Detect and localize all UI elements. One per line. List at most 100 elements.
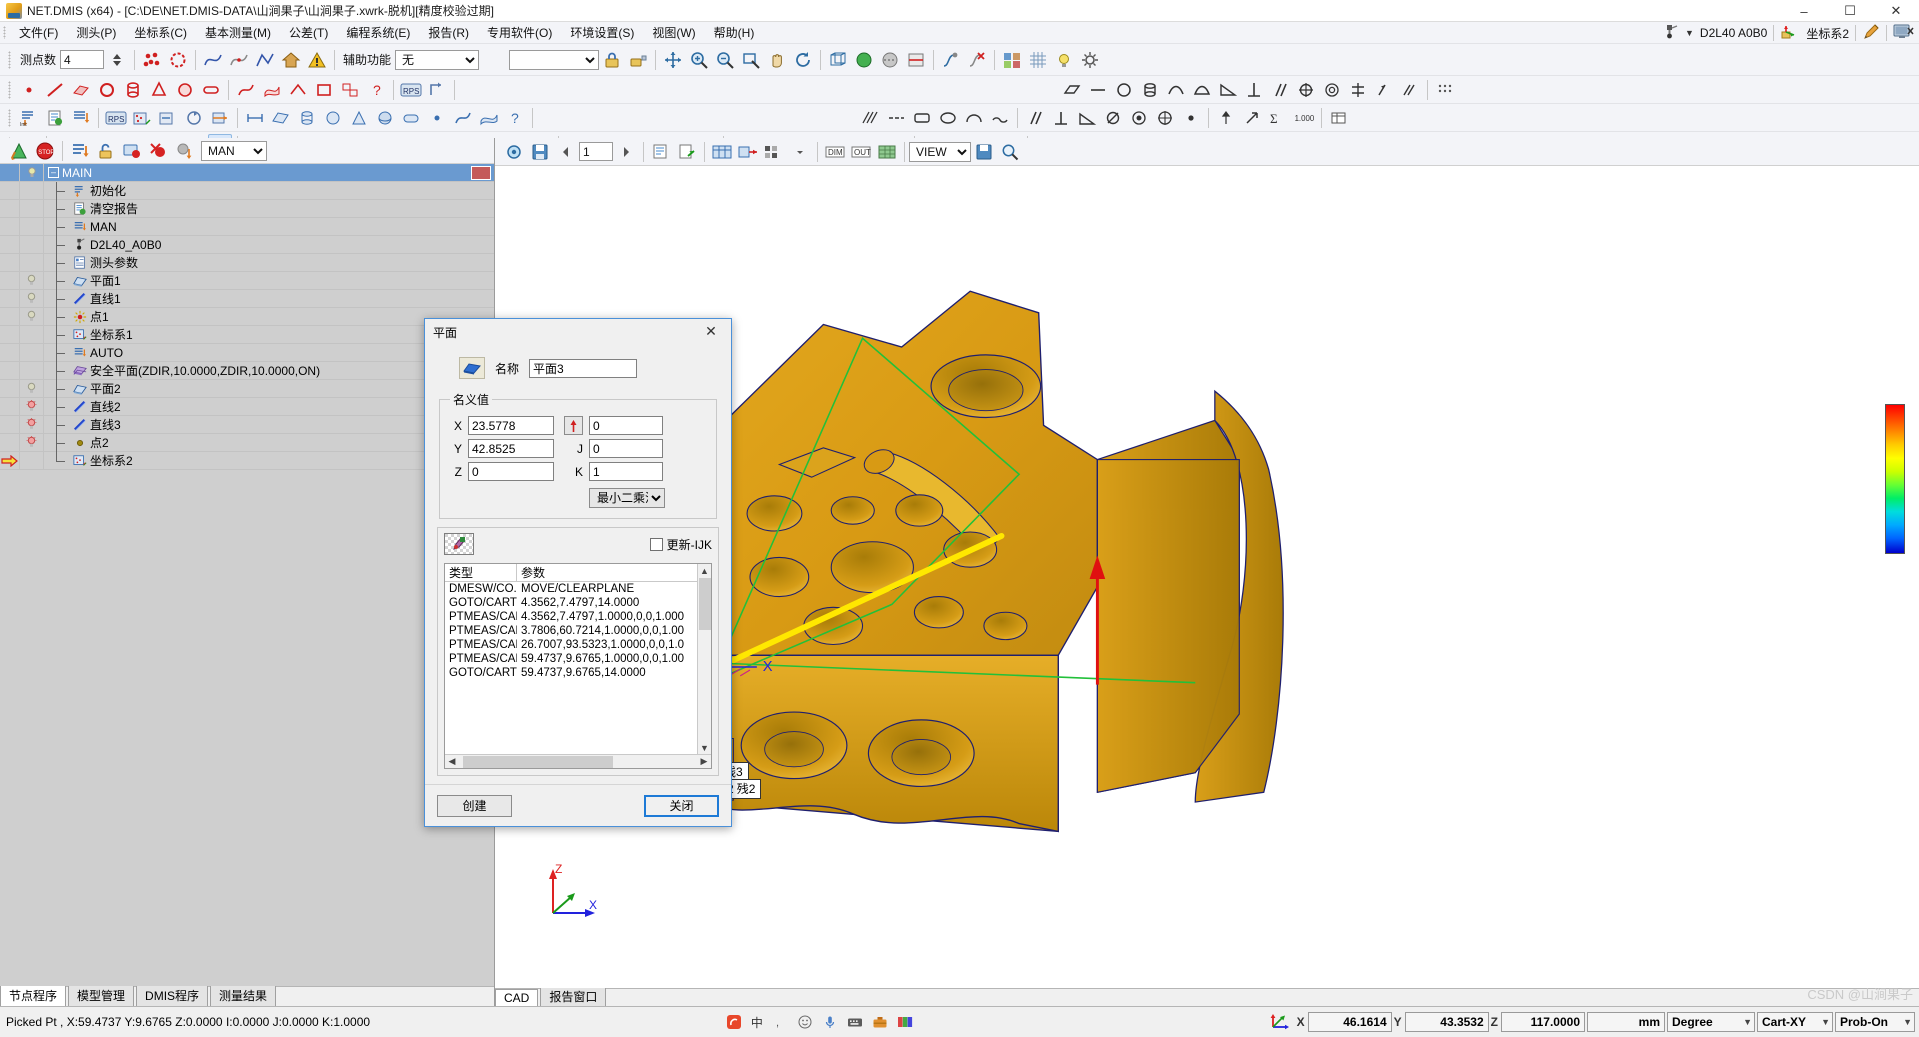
points-count-input[interactable] (60, 50, 105, 69)
curve-tool-icon[interactable] (201, 48, 225, 72)
program-tree[interactable]: – MAIN 初始化 清空报告 MAN D2L40_A0B0 测头参数 平面1 直线1 点1 坐… (0, 164, 494, 986)
table-row[interactable]: PTMEAS/CART 59.4737,9.6765,1.0000,0,0,1.0… (445, 652, 697, 666)
k-input[interactable] (589, 462, 663, 481)
gdt-more-icon[interactable] (1433, 78, 1457, 102)
tree-row[interactable]: 清空报告 (0, 199, 494, 218)
transform-icon[interactable] (425, 78, 449, 102)
cad-prev-icon[interactable] (554, 140, 578, 164)
cad-new-view-icon[interactable] (649, 140, 673, 164)
menu-programming[interactable]: 编程系统(E) (337, 22, 419, 43)
table-row[interactable]: GOTO/CART 59.4737,9.6765,14.0000 (445, 666, 697, 680)
tree-bulb-cell[interactable] (20, 164, 44, 181)
tab-node-program[interactable]: 节点程序 (0, 984, 67, 1006)
vscroll-down-icon[interactable]: ▼ (698, 741, 712, 754)
view-shaded-icon[interactable] (852, 48, 876, 72)
cad-out-icon[interactable]: OUT (849, 140, 873, 164)
feature-slot-icon[interactable] (199, 78, 223, 102)
gdt-angularity-icon[interactable] (1216, 78, 1240, 102)
home-icon[interactable] (279, 48, 303, 72)
tree-row-root[interactable]: – MAIN (0, 164, 494, 182)
tree-row[interactable]: 点1 (0, 307, 494, 326)
dim-surface-icon[interactable] (477, 106, 501, 130)
rps-align-icon[interactable]: RPS (399, 78, 423, 102)
sum-symbol-icon[interactable]: Σ (1266, 106, 1290, 130)
tree-bulb-toggle-icon[interactable] (20, 416, 44, 433)
rounded-rect-icon[interactable] (910, 106, 934, 130)
probe-path-icon[interactable] (939, 48, 963, 72)
hscroll-thumb[interactable] (463, 755, 613, 768)
tree-row[interactable]: AUTO (0, 343, 494, 362)
dim-plane-icon[interactable] (269, 106, 293, 130)
vscroll-thumb[interactable] (698, 578, 711, 630)
csys-recall-icon[interactable] (156, 106, 180, 130)
table-row[interactable]: PTMEAS/CART 3.7806,60.7214,1.0000,0,0,1.0… (445, 624, 697, 638)
maximize-button[interactable]: ☐ (1827, 0, 1873, 22)
feature-edge-icon[interactable] (286, 78, 310, 102)
update-ijk-checkbox[interactable] (649, 537, 663, 551)
cad-dim-icon[interactable]: DIM (823, 140, 847, 164)
tab-dmis-program[interactable]: DMIS程序 (136, 984, 209, 1006)
gdt-parallelism-icon[interactable] (1268, 78, 1292, 102)
grid-icon[interactable] (1026, 48, 1050, 72)
csys-translate-icon[interactable] (208, 106, 232, 130)
gdt-symmetry-icon[interactable] (1346, 78, 1370, 102)
aux-function-select[interactable]: 无 (395, 49, 480, 70)
vscroll-up-icon[interactable]: ▲ (698, 564, 712, 577)
table-row[interactable]: GOTO/CART 4.3562,7.4797,14.0000 (445, 596, 697, 610)
stop-program-icon[interactable]: STOP (33, 139, 57, 163)
hscroll-right-icon[interactable]: ▶ (697, 755, 711, 769)
table-row[interactable]: PTMEAS/CART 4.3562,7.4797,1.0000,0,0,1.00… (445, 610, 697, 624)
measure-scan-icon[interactable] (166, 48, 190, 72)
rps-icon[interactable]: RPS (104, 106, 128, 130)
table-row[interactable]: DMESW/CO... MOVE/CLEARPLANE (445, 582, 697, 596)
angle-unit-select[interactable]: Degree ▼ (1667, 1012, 1755, 1032)
clear-report-icon[interactable] (43, 106, 67, 130)
tree-row[interactable]: 直线2 (0, 397, 494, 416)
tree-row[interactable]: 直线3 (0, 415, 494, 434)
hscroll-left-icon[interactable]: ◀ (445, 755, 459, 769)
concentric-symbol-icon[interactable] (1127, 106, 1151, 130)
fit-method-select[interactable]: 最小二乘法 (589, 488, 665, 508)
cad-page-input[interactable] (579, 142, 613, 161)
zoom-window-icon[interactable] (739, 48, 763, 72)
tree-collapse-toggle[interactable]: – (48, 167, 59, 178)
edit-commands-icon[interactable] (444, 533, 474, 555)
menu-measure[interactable]: 基本测量(M) (196, 22, 280, 43)
unlock-icon[interactable] (94, 139, 118, 163)
i-input[interactable] (589, 416, 663, 435)
menu-view[interactable]: 视图(W) (643, 22, 704, 43)
toolbar-grip-3[interactable] (8, 108, 11, 127)
cad-zoom-icon[interactable] (998, 140, 1022, 164)
menu-special-software[interactable]: 专用软件(O) (478, 22, 561, 43)
point-symbol-icon[interactable] (1179, 106, 1203, 130)
tree-item-body[interactable]: D2L40_A0B0 (44, 235, 494, 254)
tree-item-body[interactable]: 初始化 (44, 181, 494, 200)
smiley-icon[interactable] (797, 1014, 813, 1030)
commands-table[interactable]: 类型 参数 DMESW/CO... MOVE/CLEARPLANE GOTO/CAR… (444, 563, 712, 769)
csys-create-icon[interactable] (130, 106, 154, 130)
commands-table-hscrollbar[interactable]: ◀ ▶ (445, 754, 711, 768)
tree-item-body[interactable]: 测头参数 (44, 253, 494, 272)
perpendicular-symbol-icon[interactable] (1049, 106, 1073, 130)
cad-save-icon[interactable] (528, 140, 552, 164)
hatch-pattern-icon[interactable] (858, 106, 882, 130)
gdt-circularity-icon[interactable] (1112, 78, 1136, 102)
tree-item-body[interactable]: 直线1 (44, 289, 494, 308)
comma-icon[interactable]: , (772, 1014, 788, 1030)
feature-point-icon[interactable] (17, 78, 41, 102)
minimize-button[interactable]: – (1781, 0, 1827, 22)
tree-bulb-toggle-icon[interactable] (20, 434, 44, 451)
cad-color-icon[interactable] (875, 140, 899, 164)
run-program-icon[interactable] (7, 139, 31, 163)
coord-mode-select[interactable]: Cart-XY ▼ (1757, 1012, 1833, 1032)
plane-dialog[interactable]: 平面 ✕ 名称 名义值 X (424, 318, 732, 827)
secondary-select[interactable] (509, 49, 600, 70)
tree-bulb-toggle-icon[interactable] (20, 308, 44, 325)
dash-icon[interactable] (884, 106, 908, 130)
tree-row[interactable]: 坐标系1 (0, 325, 494, 344)
angle-symbol-icon[interactable] (1075, 106, 1099, 130)
feature-surface-icon[interactable] (260, 78, 284, 102)
curve-tool-2-icon[interactable] (227, 48, 251, 72)
menu-report[interactable]: 报告(R) (419, 22, 478, 43)
lock-icon[interactable] (600, 48, 624, 72)
